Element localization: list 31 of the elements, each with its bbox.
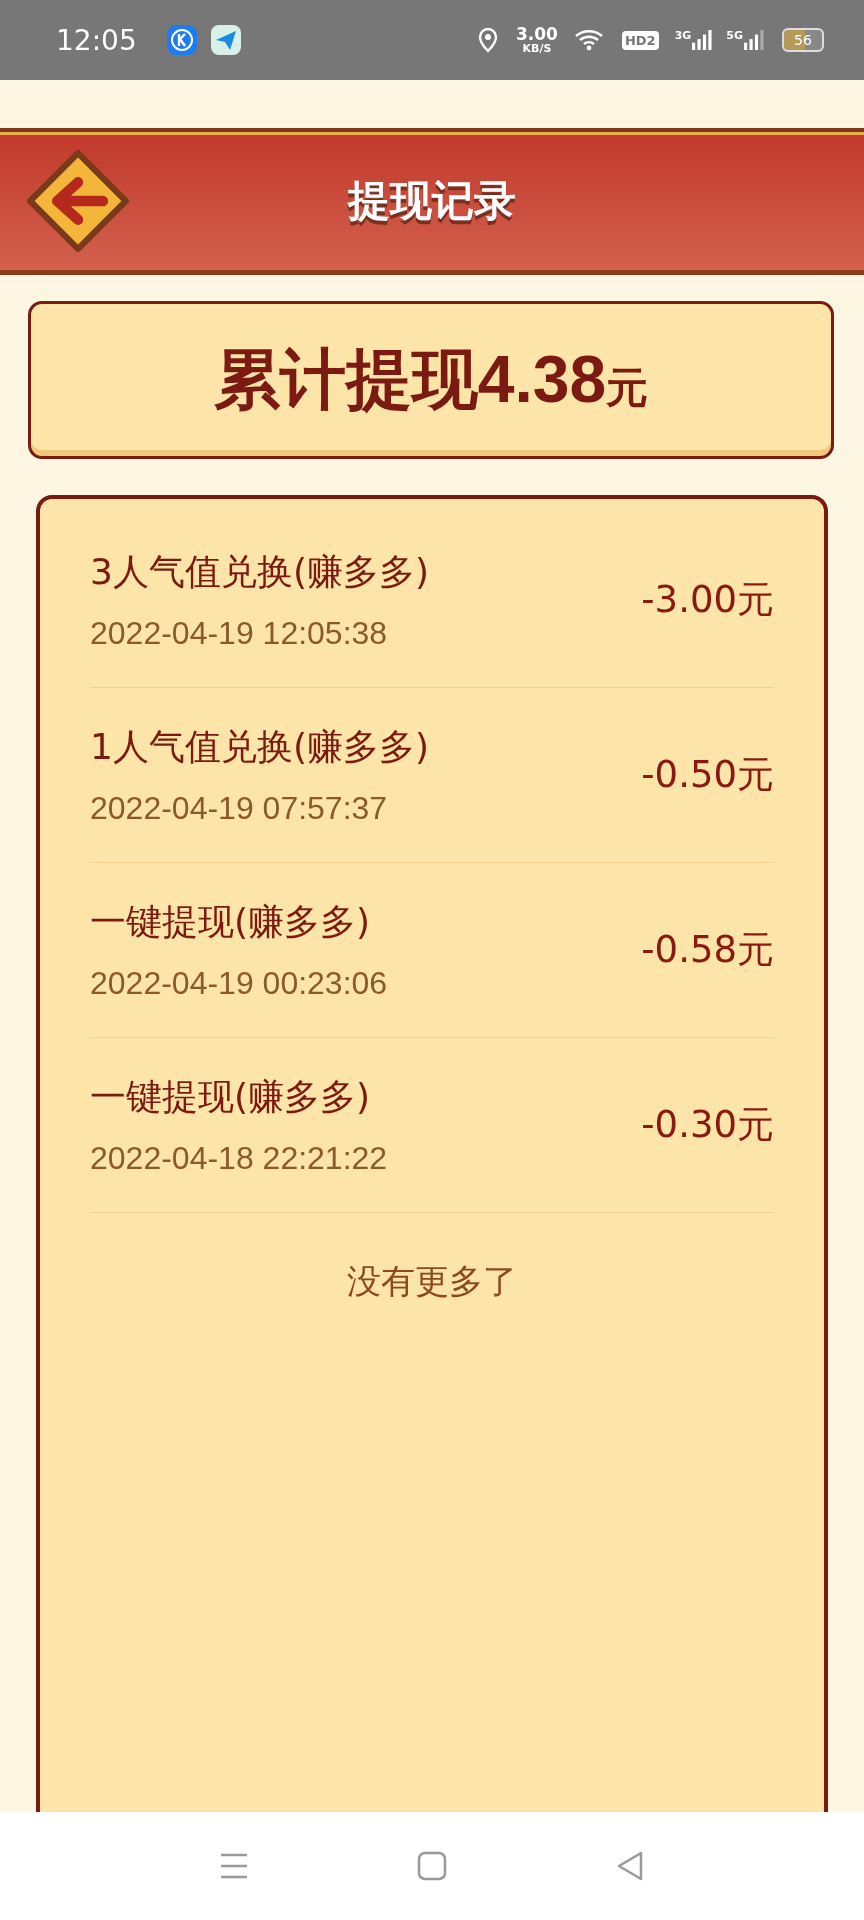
network-label: 3G <box>674 29 692 42</box>
speed-unit: KB/S <box>522 43 552 54</box>
menu-icon[interactable] <box>219 1851 249 1881</box>
battery-indicator: 56 <box>782 28 824 52</box>
record-title: 一键提现(赚多多) <box>90 900 372 944</box>
total-withdrawal-text: 累计提现4.38元 <box>213 340 649 420</box>
network-label: 5G <box>726 29 743 42</box>
record-amount: -0.58元 <box>641 927 774 973</box>
home-icon[interactable] <box>417 1851 447 1881</box>
record-title: 一键提现(赚多多) <box>90 1075 372 1119</box>
record-amount: -3.00元 <box>641 577 774 623</box>
record-time: 2022-04-19 00:23:06 <box>90 965 388 1002</box>
back-icon[interactable] <box>615 1851 645 1881</box>
record-time: 2022-04-18 22:21:22 <box>90 1140 388 1177</box>
record-amount: -0.50元 <box>641 752 774 798</box>
signal-icon <box>692 29 713 51</box>
location-icon <box>477 27 498 53</box>
record-time: 2022-04-19 07:57:37 <box>90 790 389 827</box>
end-of-list-text: 没有更多了 <box>347 1260 517 1303</box>
signal-icon <box>744 29 764 51</box>
page-title: 提现记录 <box>348 175 516 227</box>
record-time: 2022-04-19 12:05:38 <box>90 615 389 652</box>
record-amount: -0.30元 <box>641 1102 774 1148</box>
speed-value: 3.00 <box>515 26 558 43</box>
app-icon <box>166 25 197 55</box>
record-title: 3人气值兑换(赚多多) <box>90 550 429 594</box>
hd-badge: HD2 <box>621 30 659 50</box>
status-time: 12:05 <box>56 23 137 57</box>
paper-plane-icon <box>210 25 241 55</box>
back-button[interactable] <box>26 149 130 253</box>
record-title: 1人气值兑换(赚多多) <box>90 725 429 769</box>
